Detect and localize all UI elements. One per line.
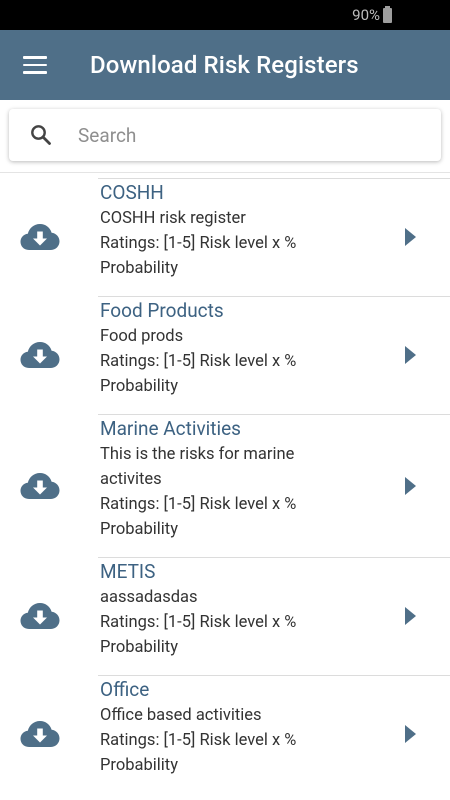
chevron-right-icon[interactable]	[403, 345, 417, 365]
risk-register-list: COSHH COSHH risk register Ratings: [1-5] R…	[0, 178, 450, 793]
item-line: Probability	[100, 377, 178, 396]
item-title: Food Products	[100, 299, 224, 322]
cloud-download-icon[interactable]	[20, 223, 60, 251]
list-item[interactable]: Office Office based activities Ratings: [1…	[0, 675, 450, 793]
list-item[interactable]: METIS aassadasdas Ratings: [1-5] Risk leve…	[0, 557, 450, 675]
item-line: Probability	[100, 756, 178, 775]
item-text: Food Products Food prods Ratings: [1-5] Ri…	[100, 296, 390, 399]
chevron-right-icon[interactable]	[403, 724, 417, 744]
item-line: Ratings: [1-5] Risk level x %	[100, 731, 297, 750]
item-line: Probability	[100, 520, 178, 539]
item-line: Ratings: [1-5] Risk level x %	[100, 352, 297, 371]
item-title: Office	[100, 678, 150, 701]
list-item[interactable]: COSHH COSHH risk register Ratings: [1-5] R…	[0, 178, 450, 296]
chevron-right-icon[interactable]	[403, 227, 417, 247]
menu-button[interactable]	[0, 30, 70, 100]
item-line: Ratings: [1-5] Risk level x %	[100, 613, 297, 632]
item-line: Ratings: [1-5] Risk level x %	[100, 495, 297, 514]
chevron-right-icon[interactable]	[403, 476, 417, 496]
item-line: This is the risks for marine	[100, 445, 295, 464]
item-title: COSHH	[100, 181, 164, 204]
menu-icon	[23, 56, 47, 74]
item-line: Office based activities	[100, 706, 262, 725]
item-line: Probability	[100, 638, 178, 657]
status-bar: 90%	[0, 0, 450, 30]
item-line: Probability	[100, 259, 178, 278]
item-line: activites	[100, 470, 162, 489]
battery-level: 90%	[352, 6, 380, 24]
cloud-download-icon[interactable]	[20, 720, 60, 748]
divider	[0, 172, 450, 173]
item-line: aassadasdas	[100, 588, 198, 607]
search-input[interactable]	[78, 123, 418, 147]
app-bar: Download Risk Registers	[0, 30, 450, 100]
item-text: COSHH COSHH risk register Ratings: [1-5] R…	[100, 178, 390, 281]
item-line: Food prods	[100, 327, 184, 346]
battery-icon	[383, 5, 392, 23]
list-item[interactable]: Marine Activities This is the risks for m…	[0, 414, 450, 557]
page-title: Download Risk Registers	[90, 51, 359, 79]
search-bar[interactable]	[9, 109, 441, 161]
chevron-right-icon[interactable]	[403, 606, 417, 626]
item-text: Marine Activities This is the risks for m…	[100, 414, 390, 542]
item-text: Office Office based activities Ratings: [1…	[100, 675, 390, 778]
item-title: METIS	[100, 560, 156, 583]
cloud-download-icon[interactable]	[20, 472, 60, 500]
item-title: Marine Activities	[100, 417, 241, 440]
list-item[interactable]: Food Products Food prods Ratings: [1-5] Ri…	[0, 296, 450, 414]
search-icon	[9, 109, 73, 161]
cloud-download-icon[interactable]	[20, 341, 60, 369]
item-text: METIS aassadasdas Ratings: [1-5] Risk leve…	[100, 557, 390, 660]
cloud-download-icon[interactable]	[20, 602, 60, 630]
item-line: COSHH risk register	[100, 209, 246, 228]
item-line: Ratings: [1-5] Risk level x %	[100, 234, 297, 253]
